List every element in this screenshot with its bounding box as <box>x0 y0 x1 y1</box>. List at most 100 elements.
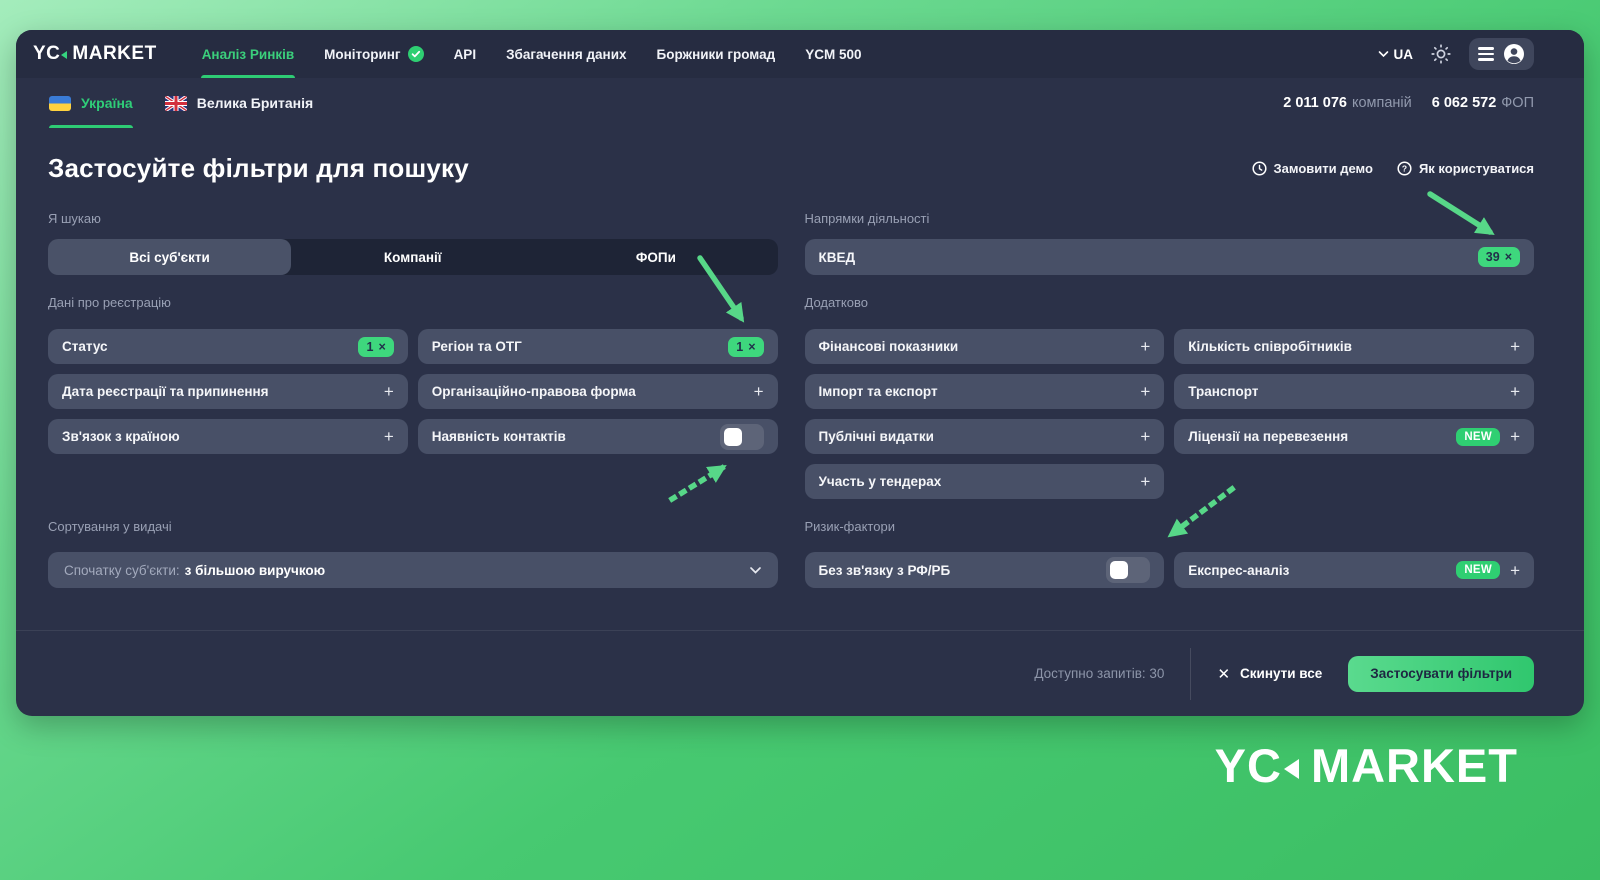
registry-stats: 2 011 076 компаній 6 062 572 ФОП <box>1283 95 1534 111</box>
plus-icon: + <box>1140 382 1151 401</box>
app-window: YC MARKET Аналіз Ринків Моніторинг API З… <box>16 30 1584 716</box>
nav-label: Боржники громад <box>656 46 776 62</box>
filter-financial-indicators[interactable]: Фінансові показники + <box>804 329 1165 364</box>
link-label: Як користуватися <box>1418 160 1534 176</box>
new-badge: NEW <box>1456 427 1501 446</box>
nav-item-ycm500[interactable]: YCM 500 <box>790 30 876 78</box>
nav-item-market-analysis[interactable]: Аналіз Ринків <box>187 30 309 78</box>
plus-icon: + <box>1510 427 1520 446</box>
bottom-brand-logo: YC MARKET <box>1215 738 1518 793</box>
nav-label: API <box>453 46 477 62</box>
fop-count: 6 062 572 ФОП <box>1431 95 1534 111</box>
filter-legal-form[interactable]: Організаційно-правова форма + <box>417 374 778 409</box>
nav-label: Аналіз Ринків <box>201 46 295 62</box>
registration-filters-grid: Статус 1 × Регіон та ОТГ 1 × Дата реєстр… <box>48 329 778 454</box>
segment-all-entities[interactable]: Всі суб'єкти <box>48 239 292 275</box>
nav-right-controls: UA <box>1378 38 1534 70</box>
filter-region-otg[interactable]: Регіон та ОТГ 1 × <box>417 329 778 364</box>
chevron-down-icon <box>1378 51 1388 58</box>
page-title: Застосуйте фільтри для пошуку <box>48 152 469 183</box>
country-label: Україна <box>81 95 133 111</box>
logo-market-text: MARKET <box>72 43 157 64</box>
order-demo-link[interactable]: Замовити демо <box>1251 160 1373 176</box>
nav-item-api[interactable]: API <box>439 30 492 78</box>
kved-count-badge[interactable]: 39 × <box>1477 247 1520 267</box>
chevron-down-icon <box>749 566 761 574</box>
filter-kved[interactable]: КВЕД 39 × <box>804 239 1534 275</box>
plus-icon: + <box>1510 337 1520 356</box>
filter-transport-licenses[interactable]: Ліцензії на перевезення NEW + <box>1174 419 1534 454</box>
filter-import-export[interactable]: Імпорт та експорт + <box>804 374 1165 409</box>
plus-icon: + <box>1510 560 1520 580</box>
additional-filters-grid: Фінансові показники + Кількість співробі… <box>804 329 1534 499</box>
country-bar: Україна Велика Британія 2 011 076 компані… <box>16 78 1584 128</box>
filter-transport[interactable]: Транспорт + <box>1174 374 1534 409</box>
close-icon: ✕ <box>1217 665 1231 683</box>
plus-icon: + <box>1140 472 1151 491</box>
language-selector[interactable]: UA <box>1378 46 1414 62</box>
left-column: Я шукаю Всі суб'єкти Компанії ФОПи Дані … <box>48 211 778 588</box>
account-menu[interactable] <box>1469 38 1534 70</box>
registration-section-label: Дані про реєстрацію <box>48 295 171 310</box>
main-content: Застосуйте фільтри для пошуку Замовити д… <box>16 150 1584 588</box>
filter-tender-participation[interactable]: Участь у тендерах + <box>804 464 1165 499</box>
filter-employee-count[interactable]: Кількість співробітників + <box>1174 329 1534 364</box>
theme-sun-icon[interactable] <box>1429 42 1453 66</box>
plus-icon: + <box>383 382 394 401</box>
sorting-section-label: Сортування у видачі <box>48 519 172 534</box>
yc-market-logo[interactable]: YC MARKET <box>33 43 157 65</box>
nav-item-monitoring[interactable]: Моніторинг <box>309 30 438 78</box>
logo-triangle-icon <box>61 51 68 59</box>
how-to-use-link[interactable]: ? Як користуватися <box>1397 161 1534 176</box>
filter-contacts-availability[interactable]: Наявність контактів <box>417 419 778 454</box>
nav-item-community-debtors[interactable]: Боржники громад <box>642 30 791 78</box>
sorting-dropdown[interactable]: Спочатку суб'єкти: з більшою виручкою <box>48 552 778 588</box>
ukraine-flag-icon <box>49 95 71 111</box>
close-icon: × <box>748 339 756 354</box>
filter-registration-date[interactable]: Дата реєстрації та припинення + <box>48 374 408 409</box>
avatar-icon <box>1504 44 1524 64</box>
logo-yc-text: YC <box>33 43 61 64</box>
plus-icon: + <box>1510 382 1520 401</box>
reset-all-button[interactable]: ✕ Скинути все <box>1217 665 1322 683</box>
language-code: UA <box>1393 46 1414 62</box>
filter-status[interactable]: Статус 1 × <box>48 329 408 364</box>
plus-icon: + <box>1140 427 1151 446</box>
nav-label: Збагачення даних <box>506 46 627 62</box>
risk-section-label: Ризик-фактори <box>804 519 895 534</box>
close-icon: × <box>1504 250 1512 264</box>
brand-triangle-icon <box>1283 758 1299 779</box>
risk-filters-grid: Без зв'язку з РФ/РБ Експрес-аналіз NEW + <box>804 552 1534 588</box>
entity-type-segmented-control: Всі суб'єкти Компанії ФОПи <box>48 239 778 275</box>
filter-country-connection[interactable]: Зв'язок з країною + <box>48 419 408 454</box>
nav-label: YCM 500 <box>805 46 862 62</box>
segment-fops[interactable]: ФОПи <box>534 239 777 275</box>
country-tab-ukraine[interactable]: Україна <box>33 78 149 128</box>
svg-text:?: ? <box>1402 163 1407 173</box>
rf-rb-toggle[interactable] <box>1106 557 1151 583</box>
new-badge: NEW <box>1456 561 1501 579</box>
filter-express-analysis[interactable]: Експрес-аналіз NEW + <box>1174 552 1534 588</box>
companies-count: 2 011 076 компаній <box>1283 95 1412 111</box>
right-column: Напрямки діяльності КВЕД 39 × Додатково Ф… <box>804 211 1534 588</box>
link-label: Замовити демо <box>1273 160 1373 176</box>
footer-bar: Доступно запитів: 30 ✕ Скинути все Засто… <box>16 630 1584 716</box>
close-icon: × <box>378 339 386 354</box>
additional-section-label: Додатково <box>804 295 868 310</box>
nav-item-data-enrichment[interactable]: Збагачення даних <box>491 30 641 78</box>
header-links: Замовити демо ? Як користуватися <box>1251 160 1534 176</box>
country-label: Велика Британія <box>196 95 314 111</box>
region-count-badge[interactable]: 1 × <box>728 336 764 357</box>
plus-icon: + <box>383 427 394 446</box>
question-icon: ? <box>1397 160 1412 176</box>
contacts-toggle[interactable] <box>719 423 764 450</box>
footer-divider <box>1190 647 1192 700</box>
country-tab-great-britain[interactable]: Велика Британія <box>149 78 329 128</box>
apply-filters-button[interactable]: Застосувати фільтри <box>1348 655 1534 692</box>
filter-public-spending[interactable]: Публічні видатки + <box>804 419 1165 454</box>
segment-companies[interactable]: Компанії <box>291 239 534 275</box>
filter-no-rf-rb-connection[interactable]: Без зв'язку з РФ/РБ <box>804 552 1165 588</box>
nav-items: Аналіз Ринків Моніторинг API Збагачення … <box>187 30 877 78</box>
status-count-badge[interactable]: 1 × <box>358 336 394 357</box>
plus-icon: + <box>753 382 764 401</box>
